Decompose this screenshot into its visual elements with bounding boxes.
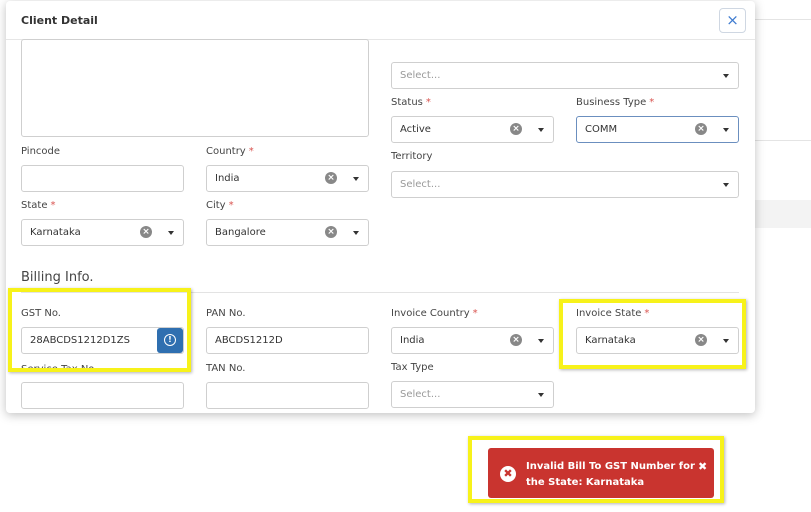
status-select[interactable]: Active × (391, 116, 554, 143)
background-divider (755, 19, 811, 20)
clear-icon[interactable]: × (695, 123, 707, 135)
country-label: Country * (206, 146, 254, 157)
chevron-down-icon[interactable] (723, 183, 729, 187)
close-button[interactable]: × (719, 8, 746, 33)
tax-type-select[interactable]: Select... (391, 381, 554, 408)
status-value: Active (400, 124, 431, 135)
service-tax-input[interactable] (21, 382, 184, 409)
country-select[interactable]: India × (206, 165, 369, 192)
modal-title: Client Detail (21, 14, 98, 27)
tan-label: TAN No. (206, 363, 246, 374)
background-row (755, 200, 811, 228)
pincode-input[interactable] (21, 165, 184, 192)
pan-label: PAN No. (206, 308, 246, 319)
state-select[interactable]: Karnataka × (21, 219, 184, 246)
city-select[interactable]: Bangalore × (206, 219, 369, 246)
city-value: Bangalore (215, 227, 266, 238)
status-label: Status * (391, 97, 431, 108)
error-toast: ✖ Invalid Bill To GST Number for the Sta… (488, 448, 714, 498)
chevron-down-icon[interactable] (168, 231, 174, 235)
city-label: City * (206, 200, 234, 211)
invoice-country-select[interactable]: India × (391, 327, 554, 354)
background-divider (755, 140, 811, 141)
modal-header: Client Detail × (6, 1, 755, 40)
tax-type-placeholder: Select... (400, 389, 441, 400)
chevron-down-icon[interactable] (723, 128, 729, 132)
error-icon: ✖ (500, 466, 516, 482)
state-value: Karnataka (30, 227, 81, 238)
gst-highlight-box (8, 288, 191, 372)
tan-input[interactable] (206, 382, 369, 409)
chevron-down-icon[interactable] (723, 74, 729, 78)
pan-value: ABCDS1212D (215, 335, 283, 346)
clear-icon[interactable]: × (140, 226, 152, 238)
invoice-state-highlight-box (559, 299, 746, 369)
country-value: India (215, 173, 240, 184)
toast-close-icon[interactable]: ✖ (698, 460, 707, 473)
close-icon: × (726, 11, 739, 29)
pincode-label: Pincode (21, 146, 61, 157)
chevron-down-icon[interactable] (538, 393, 544, 397)
clear-icon[interactable]: × (325, 172, 337, 184)
state-label: State * (21, 200, 56, 211)
chevron-down-icon[interactable] (538, 339, 544, 343)
chevron-down-icon[interactable] (538, 128, 544, 132)
toast-message: Invalid Bill To GST Number for the State… (526, 461, 695, 488)
invoice-country-label: Invoice Country * (391, 308, 478, 319)
business-type-label: Business Type * (576, 97, 655, 108)
chevron-down-icon[interactable] (353, 177, 359, 181)
chevron-down-icon[interactable] (353, 231, 359, 235)
pan-input[interactable]: ABCDS1212D (206, 327, 369, 354)
territory-select[interactable]: Select... (391, 171, 739, 198)
top-select-placeholder: Select... (400, 70, 441, 81)
clear-icon[interactable]: × (510, 334, 522, 346)
tax-type-label: Tax Type (391, 362, 434, 373)
territory-placeholder: Select... (400, 179, 441, 190)
clear-icon[interactable]: × (510, 123, 522, 135)
top-select[interactable]: Select... (391, 62, 739, 89)
clear-icon[interactable]: × (325, 226, 337, 238)
address-textarea[interactable] (21, 39, 369, 137)
territory-label: Territory (391, 151, 433, 162)
billing-section-title: Billing Info. (21, 270, 94, 285)
invoice-country-value: India (400, 335, 425, 346)
business-type-value: COMM (585, 124, 618, 135)
business-type-select[interactable]: COMM × (576, 116, 739, 143)
